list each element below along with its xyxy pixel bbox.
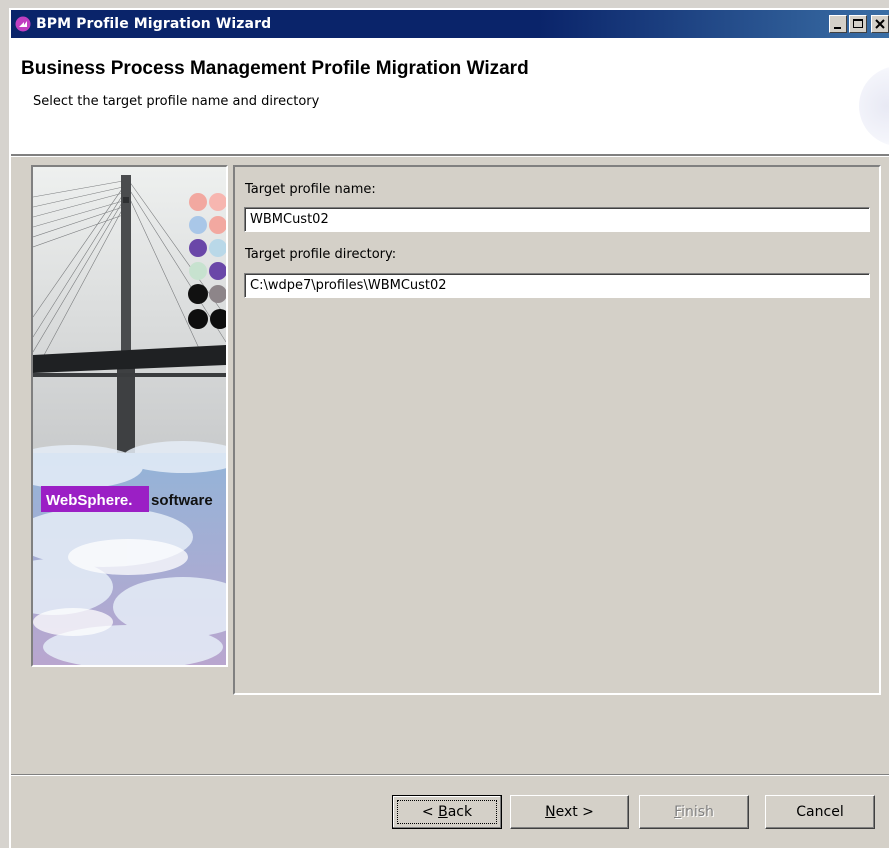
header-divider (11, 154, 889, 157)
wizard-window: BPM Profile Migration Wizard Business Pr… (9, 8, 889, 848)
target-profile-name-input[interactable] (244, 207, 870, 232)
next-button[interactable]: Next > (510, 795, 629, 829)
target-profile-directory-label: Target profile directory: (245, 247, 397, 262)
wizard-header: Business Process Management Profile Migr… (11, 38, 889, 154)
target-profile-directory-input[interactable] (244, 273, 870, 298)
form-panel: Target profile name: Target profile dire… (233, 165, 881, 695)
app-icon (15, 16, 31, 32)
cancel-button-label: Cancel (796, 804, 844, 820)
window-title: BPM Profile Migration Wizard (36, 16, 272, 32)
page-title: Business Process Management Profile Migr… (21, 58, 529, 79)
finish-button-label: Finish (674, 804, 714, 820)
page-subtitle: Select the target profile name and direc… (33, 94, 320, 109)
minimize-icon[interactable] (829, 15, 847, 33)
target-profile-name-label: Target profile name: (245, 182, 376, 197)
maximize-icon[interactable] (849, 15, 867, 33)
title-bar[interactable]: BPM Profile Migration Wizard (11, 10, 889, 38)
close-icon[interactable] (871, 15, 889, 33)
banner-image: WebSphere. software (31, 165, 228, 667)
websphere-logo: WebSphere. (46, 492, 132, 509)
back-button[interactable]: < Back (392, 795, 502, 829)
cancel-button[interactable]: Cancel (765, 795, 875, 829)
button-bar-divider (11, 774, 889, 776)
next-button-label: Next > (545, 804, 594, 820)
header-decoration (859, 66, 889, 146)
software-label: software (151, 492, 213, 509)
finish-button[interactable]: Finish (639, 795, 749, 829)
